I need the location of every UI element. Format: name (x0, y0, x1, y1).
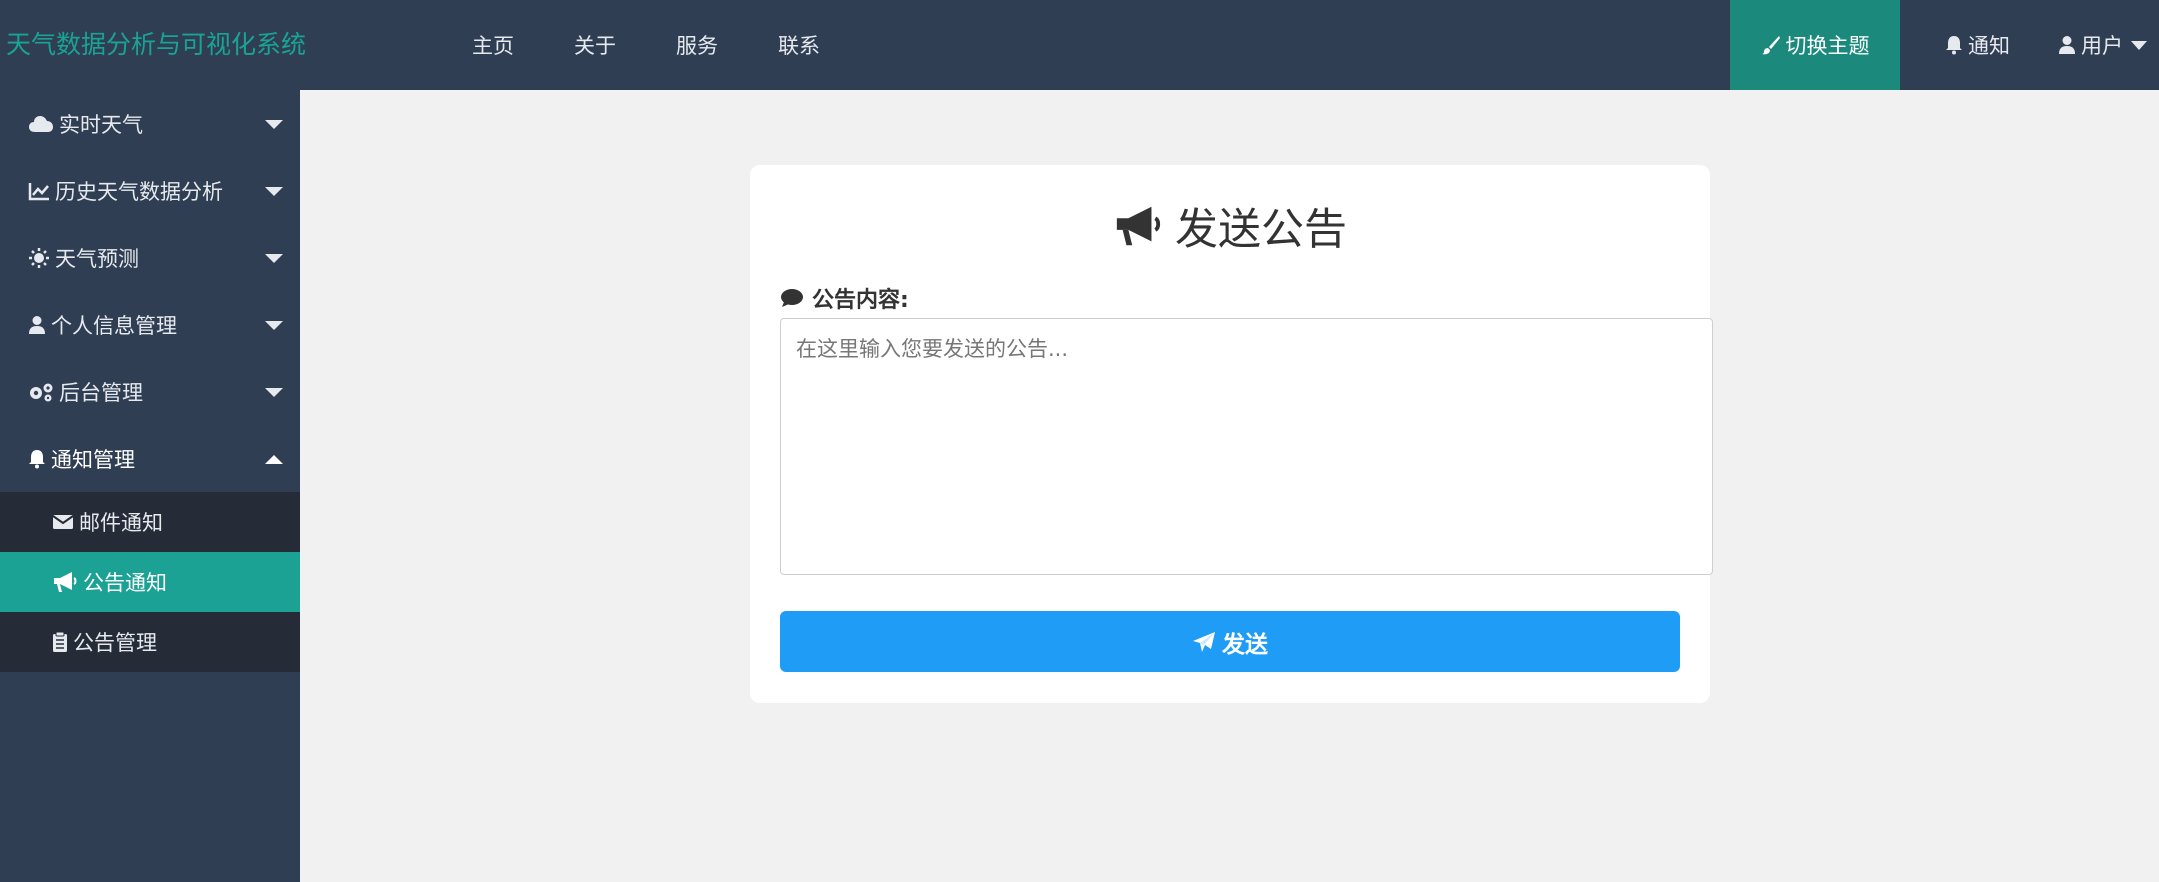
sidebar-item-label: 实时天气 (59, 112, 143, 137)
sidebar-subitem-announcement-notify[interactable]: 公告通知 (0, 552, 300, 612)
sidebar-subitem-announcement-management[interactable]: 公告管理 (0, 612, 300, 672)
sidebar-item-history-analysis[interactable]: 历史天气数据分析 (0, 157, 300, 224)
line-chart-icon (28, 181, 50, 201)
sidebar-item-label: 天气预测 (55, 246, 139, 271)
content-label: 公告内容: (780, 282, 909, 314)
gears-icon (28, 382, 54, 402)
notify-label: 通知 (1968, 34, 2010, 58)
user-label: 用户 (2081, 34, 2123, 58)
sidebar-item-label: 历史天气数据分析 (55, 179, 223, 204)
comment-icon (780, 288, 804, 308)
nav-home-link[interactable]: 主页 (472, 30, 514, 60)
bell-icon (28, 449, 46, 469)
page-title-text: 发送公告 (1175, 205, 1347, 255)
sun-icon (28, 247, 50, 269)
sidebar-item-personal-info[interactable]: 个人信息管理 (0, 291, 300, 358)
sidebar-item-notification-management[interactable]: 通知管理 (0, 425, 300, 492)
chevron-down-icon (265, 254, 283, 263)
user-menu[interactable]: 用户 (2055, 0, 2159, 90)
chevron-down-icon (265, 321, 283, 330)
clipboard-icon (52, 631, 68, 653)
page-title: 发送公告 (750, 195, 1710, 257)
sidebar-subitem-label: 公告通知 (83, 571, 167, 595)
chevron-down-icon (265, 187, 283, 196)
sidebar-item-realtime-weather[interactable]: 实时天气 (0, 90, 300, 157)
send-button[interactable]: 发送 (780, 611, 1680, 672)
top-navbar: 天气数据分析与可视化系统 主页 关于 服务 联系 切换主题 通知 用户 (0, 0, 2159, 90)
content-label-text: 公告内容: (812, 288, 909, 313)
sidebar-subitem-label: 公告管理 (73, 631, 157, 655)
nav-contact-link[interactable]: 联系 (778, 30, 820, 60)
switch-theme-button[interactable]: 切换主题 (1730, 0, 1900, 90)
sidebar-item-label: 个人信息管理 (51, 313, 177, 338)
sidebar-item-label: 通知管理 (51, 447, 135, 472)
sidebar-subitem-email-notify[interactable]: 邮件通知 (0, 492, 300, 552)
paintbrush-icon (1761, 35, 1781, 55)
chevron-down-icon (265, 120, 283, 129)
cloud-icon (28, 114, 54, 134)
chevron-up-icon (265, 455, 283, 464)
chevron-down-icon (265, 388, 283, 397)
bullhorn-icon (1113, 204, 1163, 248)
send-button-label: 发送 (1222, 631, 1268, 658)
chevron-down-icon (2131, 40, 2147, 50)
paper-plane-icon (1192, 631, 1216, 653)
nav-about-link[interactable]: 关于 (574, 30, 616, 60)
announcement-content-input[interactable] (780, 318, 1713, 575)
notification-submenu: 邮件通知 公告通知 公告管理 (0, 492, 300, 672)
bullhorn-icon (52, 571, 78, 593)
user-icon (28, 315, 46, 335)
sidebar-item-admin[interactable]: 后台管理 (0, 358, 300, 425)
envelope-icon (52, 514, 74, 530)
sidebar-item-weather-forecast[interactable]: 天气预测 (0, 224, 300, 291)
switch-theme-label: 切换主题 (1785, 34, 1870, 58)
notify-menu[interactable]: 通知 (1900, 0, 2055, 90)
nav-services-link[interactable]: 服务 (676, 30, 718, 60)
top-nav-links: 主页 关于 服务 联系 (472, 0, 880, 90)
sidebar: 实时天气 历史天气数据分析 天气预测 个人信息管理 后台管理 通知管理 邮件通知… (0, 90, 300, 882)
bell-icon (1945, 35, 1963, 55)
send-announcement-card: 发送公告 公告内容: 发送 (750, 165, 1713, 703)
top-right-actions: 切换主题 通知 用户 (1730, 0, 2159, 90)
brand-title[interactable]: 天气数据分析与可视化系统 (6, 0, 306, 90)
user-icon (2058, 35, 2076, 55)
sidebar-item-label: 后台管理 (59, 380, 143, 405)
sidebar-subitem-label: 邮件通知 (79, 511, 163, 535)
